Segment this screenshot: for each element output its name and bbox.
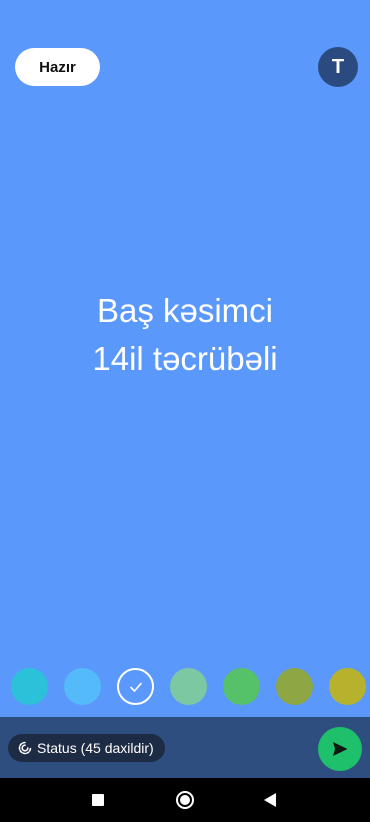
color-swatch-light-blue[interactable] (64, 668, 101, 705)
color-palette (0, 668, 370, 706)
home-circle-icon (176, 791, 194, 809)
status-audience-label: Status (45 daxildir) (37, 740, 154, 756)
status-composer-screen: Hazır T Baş kəsimci 14il təcrübəli Statu… (0, 0, 370, 822)
back-button[interactable] (258, 788, 282, 812)
status-ring-icon (18, 741, 32, 755)
home-button[interactable] (173, 788, 197, 812)
status-audience-chip[interactable]: Status (45 daxildir) (8, 734, 165, 762)
color-swatch-mint[interactable] (170, 668, 207, 705)
recents-square-icon (92, 794, 104, 806)
back-triangle-icon (264, 793, 276, 807)
system-navigation-bar (0, 778, 370, 822)
status-text-input[interactable]: Baş kəsimci 14il təcrübəli (0, 287, 370, 383)
done-button[interactable]: Hazır (15, 48, 100, 86)
checkmark-icon (129, 682, 142, 692)
color-swatch-green[interactable] (223, 668, 260, 705)
color-swatch-cyan[interactable] (11, 668, 48, 705)
recents-button[interactable] (86, 788, 110, 812)
color-swatch-mustard[interactable] (329, 668, 366, 705)
color-swatch-blue-selected[interactable] (117, 668, 154, 705)
text-style-button[interactable]: T (318, 47, 358, 87)
color-swatch-olive[interactable] (276, 668, 313, 705)
send-button[interactable] (318, 727, 362, 771)
bottom-bar: Status (45 daxildir) (0, 717, 370, 778)
send-icon (333, 742, 348, 756)
